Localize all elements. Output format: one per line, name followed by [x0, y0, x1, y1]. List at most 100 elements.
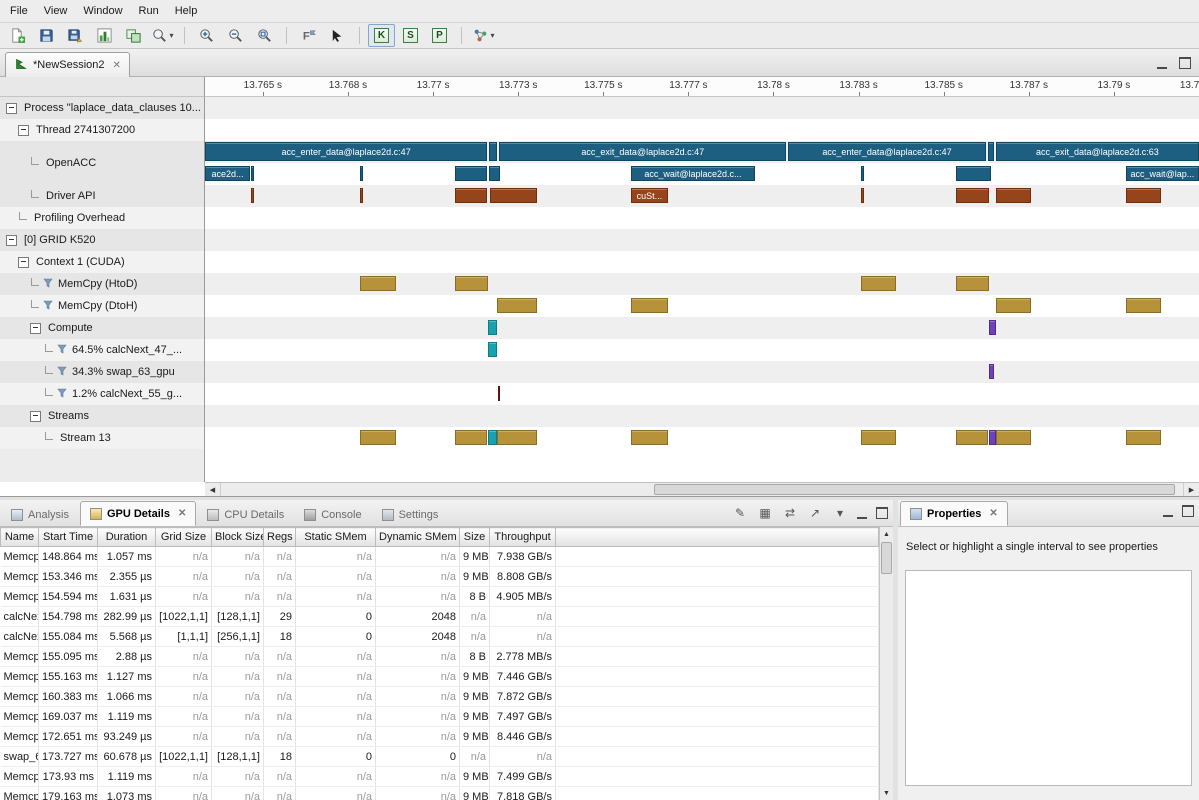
- details-minimize-icon[interactable]: [857, 508, 867, 519]
- layout-button[interactable]: ▦: [757, 505, 773, 521]
- column-header-size[interactable]: Size: [460, 528, 490, 547]
- interval-bar[interactable]: [956, 276, 989, 291]
- interval-bar[interactable]: acc_exit_data@laplace2d.c:47: [499, 142, 786, 161]
- scroll-left-arrow[interactable]: ◀: [205, 483, 221, 496]
- interval-bar[interactable]: [861, 166, 864, 181]
- interval-bar[interactable]: [861, 188, 864, 203]
- interval-bar[interactable]: acc_exit_data@laplace2d.c:63: [996, 142, 1199, 161]
- collapse-toggle[interactable]: [6, 235, 17, 246]
- menu-help[interactable]: Help: [167, 2, 206, 20]
- tree-row-process[interactable]: Process "laplace_data_clauses 10...: [0, 97, 204, 119]
- column-header-throughput[interactable]: Throughput: [490, 528, 556, 547]
- interval-bar[interactable]: [956, 166, 991, 181]
- interval-bar[interactable]: [251, 166, 254, 181]
- tree-row-kernel-swap-63[interactable]: 34.3% swap_63_gpu: [0, 361, 204, 383]
- interval-bar[interactable]: acc_enter_data@laplace2d.c:47: [205, 142, 487, 161]
- collapse-toggle[interactable]: [30, 411, 41, 422]
- tree-row-kernel-calcnext-47[interactable]: 64.5% calcNext_47_...: [0, 339, 204, 361]
- interval-bar[interactable]: [251, 188, 254, 203]
- interval-bar[interactable]: [455, 276, 488, 291]
- interval-bar[interactable]: [996, 188, 1031, 203]
- interval-bar[interactable]: ace2d...: [205, 166, 250, 181]
- interval-bar[interactable]: [488, 342, 497, 357]
- tab-gpu-details[interactable]: GPU Details✕: [80, 501, 196, 526]
- compare-sessions-button[interactable]: [120, 24, 147, 47]
- menu-view[interactable]: View: [36, 2, 76, 20]
- properties-maximize-icon[interactable]: [1182, 505, 1194, 517]
- interval-bar[interactable]: [1126, 298, 1161, 313]
- tree-row-streams[interactable]: Streams: [0, 405, 204, 427]
- session-tab-close-icon[interactable]: ✕: [113, 60, 121, 71]
- tab-settings[interactable]: Settings: [373, 503, 448, 526]
- collapse-toggle[interactable]: [18, 257, 29, 268]
- table-row[interactable]: Memcpy155.095 ms2.88 µsn/an/an/an/an/a8 …: [1, 647, 879, 667]
- interval-bar[interactable]: [956, 188, 989, 203]
- tree-row-kernel-calcnext-55[interactable]: 1.2% calcNext_55_g...: [0, 383, 204, 405]
- interval-bar[interactable]: acc_wait@lap...: [1126, 166, 1199, 181]
- table-row[interactable]: swap_63173.727 ms60.678 µs[1022,1,1][128…: [1, 747, 879, 767]
- table-row[interactable]: calcNext154.798 ms282.99 µs[1022,1,1][12…: [1, 607, 879, 627]
- analysis-graph-button[interactable]: ▾: [470, 24, 497, 47]
- column-header-duration[interactable]: Duration: [98, 528, 156, 547]
- interval-bar[interactable]: [989, 430, 996, 445]
- tree-row-memcpy-dtoh[interactable]: MemCpy (DtoH): [0, 295, 204, 317]
- interval-bar[interactable]: [497, 298, 537, 313]
- scroll-right-arrow[interactable]: ▶: [1183, 483, 1199, 496]
- select-arrow-button[interactable]: [324, 24, 351, 47]
- table-row[interactable]: Memcpy154.594 ms1.631 µsn/an/an/an/an/a8…: [1, 587, 879, 607]
- interval-bar[interactable]: [455, 166, 487, 181]
- column-header-dynamic-smem[interactable]: Dynamic SMem: [376, 528, 460, 547]
- table-row[interactable]: Memcpy155.163 ms1.127 msn/an/an/an/an/a9…: [1, 667, 879, 687]
- edit-button[interactable]: ✎: [732, 505, 748, 521]
- menu-run[interactable]: Run: [131, 2, 167, 20]
- search-button[interactable]: ▾: [149, 24, 176, 47]
- tree-row-thread[interactable]: Thread 2741307200: [0, 119, 204, 141]
- kernel-s-button[interactable]: S: [397, 24, 424, 47]
- zoom-in-button[interactable]: [193, 24, 220, 47]
- timeline-hscrollbar[interactable]: ◀ ▶: [205, 482, 1199, 496]
- interval-bar[interactable]: [489, 142, 497, 161]
- hscroll-track[interactable]: [221, 483, 1183, 496]
- interval-bar[interactable]: [861, 430, 896, 445]
- table-row[interactable]: Memcpy172.651 ms93.249 µsn/an/an/an/an/a…: [1, 727, 879, 747]
- interval-bar[interactable]: [490, 188, 537, 203]
- interval-bar[interactable]: [956, 430, 988, 445]
- interval-bar[interactable]: [498, 386, 500, 401]
- interval-bar[interactable]: [1126, 188, 1161, 203]
- sync-button[interactable]: ⇄: [782, 505, 798, 521]
- interval-bar[interactable]: [455, 188, 487, 203]
- interval-bar[interactable]: acc_wait@laplace2d.c...: [631, 166, 756, 181]
- session-tab[interactable]: *NewSession2 ✕: [5, 52, 130, 77]
- tree-row-driver-api[interactable]: Driver API: [0, 185, 204, 207]
- table-row[interactable]: Memcpy160.383 ms1.066 msn/an/an/an/an/a9…: [1, 687, 879, 707]
- new-session-button[interactable]: [4, 24, 31, 47]
- scroll-down-arrow[interactable]: ▼: [880, 786, 893, 800]
- interval-bar[interactable]: [360, 430, 396, 445]
- kernel-k-button[interactable]: K: [368, 24, 395, 47]
- tab-console[interactable]: Console: [295, 503, 370, 526]
- vscroll-thumb[interactable]: [881, 542, 892, 574]
- collapse-toggle[interactable]: [30, 323, 41, 334]
- tree-row-memcpy-htod[interactable]: MemCpy (HtoD): [0, 273, 204, 295]
- tree-row-compute[interactable]: Compute: [0, 317, 204, 339]
- interval-bar[interactable]: [996, 430, 1031, 445]
- properties-tab-close-icon[interactable]: ✕: [989, 508, 997, 519]
- maximize-view-icon[interactable]: [1179, 57, 1191, 69]
- column-header-start-time[interactable]: Start Time: [39, 528, 98, 547]
- tab-cpu-details[interactable]: CPU Details: [198, 503, 293, 526]
- interval-bar[interactable]: [360, 188, 363, 203]
- column-header-block-size[interactable]: Block Size: [212, 528, 264, 547]
- tree-row-stream-13[interactable]: Stream 13: [0, 427, 204, 449]
- table-vscrollbar[interactable]: ▲ ▼: [879, 527, 893, 800]
- column-header-regs[interactable]: Regs: [264, 528, 296, 547]
- table-row[interactable]: Memcpy153.346 ms2.355 µsn/an/an/an/an/a9…: [1, 567, 879, 587]
- tree-row-profiling-overhead[interactable]: Profiling Overhead: [0, 207, 204, 229]
- save-button[interactable]: [33, 24, 60, 47]
- properties-minimize-icon[interactable]: [1163, 506, 1173, 517]
- interval-bar[interactable]: [988, 142, 994, 161]
- menu-file[interactable]: File: [2, 2, 36, 20]
- save-as-button[interactable]: [62, 24, 89, 47]
- column-header-grid-size[interactable]: Grid Size: [156, 528, 212, 547]
- tree-row-gpu-grid-k520[interactable]: [0] GRID K520: [0, 229, 204, 251]
- interval-bar[interactable]: [455, 430, 487, 445]
